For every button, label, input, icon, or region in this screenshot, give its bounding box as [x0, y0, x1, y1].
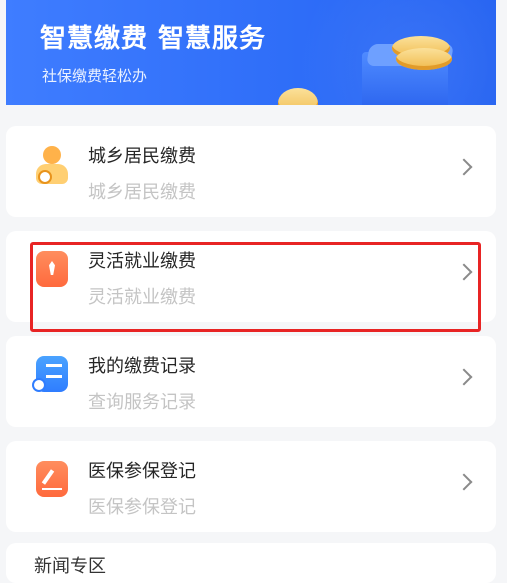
chevron-right-icon [455, 158, 473, 176]
chevron-right-icon [455, 263, 473, 281]
edit-icon [36, 461, 68, 497]
pen-line-glyph [42, 488, 62, 490]
coin-icon [396, 48, 452, 70]
menu-item-flexible-employment-payment[interactable]: 灵活就业缴费 灵活就业缴费 [6, 231, 496, 322]
news-section: 新闻专区 [6, 543, 496, 583]
news-section-title: 新闻专区 [34, 556, 106, 577]
person-badge-icon [43, 146, 61, 164]
banner-title: 智慧缴费 智慧服务 [40, 24, 267, 54]
banner-subtitle: 社保缴费轻松办 [42, 67, 148, 85]
menu-item-urban-rural-payment[interactable]: 城乡居民缴费 城乡居民缴费 [6, 126, 496, 217]
magnifier-icon [32, 378, 46, 392]
chevron-right-icon [455, 368, 473, 386]
menu-item-subtitle: 查询服务记录 [88, 392, 196, 413]
record-lines-glyph [46, 364, 62, 378]
badge-icon-part [38, 170, 52, 184]
menu-item-title: 城乡居民缴费 [88, 146, 196, 167]
menu-item-my-payment-records[interactable]: 我的缴费记录 查询服务记录 [6, 336, 496, 427]
menu-item-title: 灵活就业缴费 [88, 251, 196, 272]
menu-item-title: 医保参保登记 [88, 461, 196, 482]
menu-item-subtitle: 灵活就业缴费 [88, 287, 196, 308]
menu-item-subtitle: 城乡居民缴费 [88, 182, 196, 203]
menu-item-medical-insurance-registration[interactable]: 医保参保登记 医保参保登记 [6, 441, 496, 532]
menu-item-title: 我的缴费记录 [88, 356, 196, 377]
chevron-right-icon [455, 473, 473, 491]
menu-item-subtitle: 医保参保登记 [88, 497, 196, 518]
hero-banner: 智慧缴费 智慧服务 社保缴费轻松办 [6, 0, 496, 105]
